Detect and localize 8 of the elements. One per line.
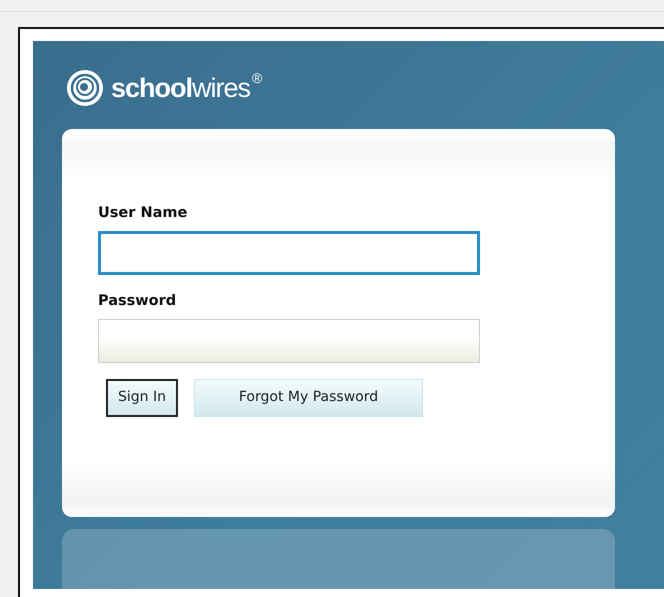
brand-logo-text: schoolwires$^{®}$: [111, 74, 262, 102]
spiral-logo-icon: [65, 68, 105, 108]
field-label: Password: [98, 292, 178, 311]
password-field[interactable]: [98, 318, 480, 362]
sign-in-button[interactable]: Sign In: [106, 378, 178, 416]
field-label: User Name: [98, 204, 188, 223]
forgot-password-button[interactable]: Forgot My Password: [194, 378, 423, 416]
username-field[interactable]: [98, 230, 480, 275]
